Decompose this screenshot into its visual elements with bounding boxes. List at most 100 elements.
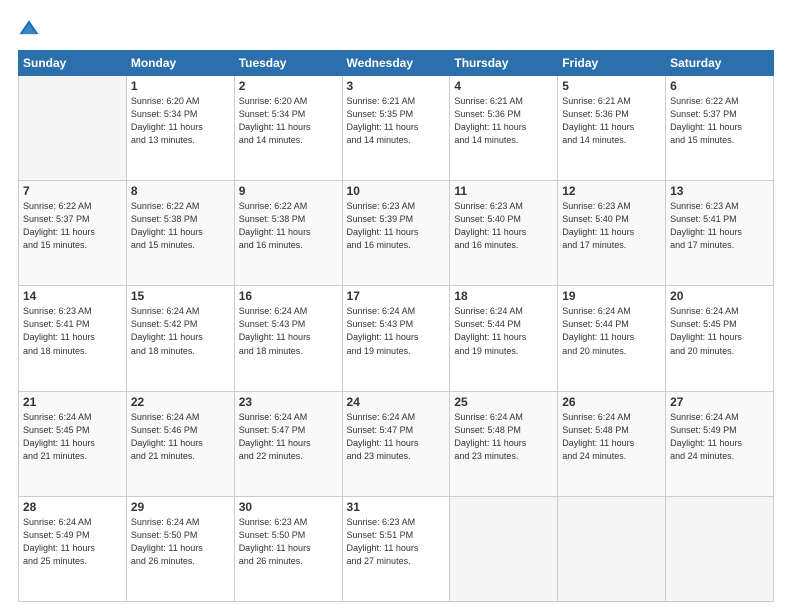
day-info: Sunrise: 6:24 AM Sunset: 5:46 PM Dayligh… bbox=[131, 411, 230, 463]
calendar-cell: 13 Sunrise: 6:23 AM Sunset: 5:41 PM Dayli… bbox=[666, 181, 774, 286]
weekday-header-sunday: Sunday bbox=[19, 51, 127, 76]
day-info: Sunrise: 6:24 AM Sunset: 5:50 PM Dayligh… bbox=[131, 516, 230, 568]
calendar-cell bbox=[558, 496, 666, 601]
day-number: 2 bbox=[239, 79, 338, 93]
day-number: 15 bbox=[131, 289, 230, 303]
day-info: Sunrise: 6:23 AM Sunset: 5:40 PM Dayligh… bbox=[562, 200, 661, 252]
day-number: 30 bbox=[239, 500, 338, 514]
day-info: Sunrise: 6:23 AM Sunset: 5:41 PM Dayligh… bbox=[23, 305, 122, 357]
calendar-cell: 19 Sunrise: 6:24 AM Sunset: 5:44 PM Dayli… bbox=[558, 286, 666, 391]
calendar-cell: 16 Sunrise: 6:24 AM Sunset: 5:43 PM Dayli… bbox=[234, 286, 342, 391]
day-info: Sunrise: 6:24 AM Sunset: 5:44 PM Dayligh… bbox=[562, 305, 661, 357]
calendar-cell: 7 Sunrise: 6:22 AM Sunset: 5:37 PM Daylig… bbox=[19, 181, 127, 286]
day-number: 10 bbox=[347, 184, 446, 198]
calendar-cell: 11Sunrise: 6:23 AM Sunset: 5:40 PM Dayli… bbox=[450, 181, 558, 286]
calendar-cell: 6Sunrise: 6:22 AM Sunset: 5:37 PM Daylig… bbox=[666, 76, 774, 181]
day-info: Sunrise: 6:24 AM Sunset: 5:43 PM Dayligh… bbox=[239, 305, 338, 357]
calendar-cell bbox=[666, 496, 774, 601]
calendar-cell: 21 Sunrise: 6:24 AM Sunset: 5:45 PM Dayli… bbox=[19, 391, 127, 496]
logo-icon bbox=[18, 18, 40, 40]
calendar-cell: 14 Sunrise: 6:23 AM Sunset: 5:41 PM Dayli… bbox=[19, 286, 127, 391]
day-number: 7 bbox=[23, 184, 122, 198]
calendar-cell: 1 Sunrise: 6:20 AM Sunset: 5:34 PM Daylig… bbox=[126, 76, 234, 181]
weekday-header-saturday: Saturday bbox=[666, 51, 774, 76]
day-number: 16 bbox=[239, 289, 338, 303]
weekday-header-tuesday: Tuesday bbox=[234, 51, 342, 76]
week-row-1: 1 Sunrise: 6:20 AM Sunset: 5:34 PM Daylig… bbox=[19, 76, 774, 181]
calendar-cell: 28 Sunrise: 6:24 AM Sunset: 5:49 PM Dayli… bbox=[19, 496, 127, 601]
day-info: Sunrise: 6:24 AM Sunset: 5:45 PM Dayligh… bbox=[23, 411, 122, 463]
calendar-cell: 31 Sunrise: 6:23 AM Sunset: 5:51 PM Dayli… bbox=[342, 496, 450, 601]
day-number: 9 bbox=[239, 184, 338, 198]
day-number: 8 bbox=[131, 184, 230, 198]
day-info: Sunrise: 6:23 AM Sunset: 5:51 PM Dayligh… bbox=[347, 516, 446, 568]
day-number: 1 bbox=[131, 79, 230, 93]
calendar-cell: 9 Sunrise: 6:22 AM Sunset: 5:38 PM Daylig… bbox=[234, 181, 342, 286]
calendar-cell: 3Sunrise: 6:21 AM Sunset: 5:35 PM Daylig… bbox=[342, 76, 450, 181]
day-info: Sunrise: 6:23 AM Sunset: 5:41 PM Dayligh… bbox=[670, 200, 769, 252]
day-number: 20 bbox=[670, 289, 769, 303]
weekday-header-thursday: Thursday bbox=[450, 51, 558, 76]
calendar-cell: 5Sunrise: 6:21 AM Sunset: 5:36 PM Daylig… bbox=[558, 76, 666, 181]
day-info: Sunrise: 6:24 AM Sunset: 5:47 PM Dayligh… bbox=[347, 411, 446, 463]
day-number: 26 bbox=[562, 395, 661, 409]
week-row-2: 7 Sunrise: 6:22 AM Sunset: 5:37 PM Daylig… bbox=[19, 181, 774, 286]
calendar-cell: 24 Sunrise: 6:24 AM Sunset: 5:47 PM Dayli… bbox=[342, 391, 450, 496]
day-info: Sunrise: 6:24 AM Sunset: 5:49 PM Dayligh… bbox=[23, 516, 122, 568]
day-info: Sunrise: 6:20 AM Sunset: 5:34 PM Dayligh… bbox=[131, 95, 230, 147]
calendar-cell: 26 Sunrise: 6:24 AM Sunset: 5:48 PM Dayli… bbox=[558, 391, 666, 496]
day-number: 28 bbox=[23, 500, 122, 514]
calendar-cell: 22Sunrise: 6:24 AM Sunset: 5:46 PM Dayli… bbox=[126, 391, 234, 496]
day-number: 19 bbox=[562, 289, 661, 303]
calendar-cell: 12Sunrise: 6:23 AM Sunset: 5:40 PM Dayli… bbox=[558, 181, 666, 286]
weekday-header-friday: Friday bbox=[558, 51, 666, 76]
day-number: 27 bbox=[670, 395, 769, 409]
day-info: Sunrise: 6:23 AM Sunset: 5:39 PM Dayligh… bbox=[347, 200, 446, 252]
page: SundayMondayTuesdayWednesdayThursdayFrid… bbox=[0, 0, 792, 612]
calendar-cell: 15Sunrise: 6:24 AM Sunset: 5:42 PM Dayli… bbox=[126, 286, 234, 391]
day-number: 23 bbox=[239, 395, 338, 409]
calendar-cell: 30 Sunrise: 6:23 AM Sunset: 5:50 PM Dayli… bbox=[234, 496, 342, 601]
day-number: 14 bbox=[23, 289, 122, 303]
day-number: 6 bbox=[670, 79, 769, 93]
day-number: 24 bbox=[347, 395, 446, 409]
calendar-cell: 4Sunrise: 6:21 AM Sunset: 5:36 PM Daylig… bbox=[450, 76, 558, 181]
day-info: Sunrise: 6:24 AM Sunset: 5:47 PM Dayligh… bbox=[239, 411, 338, 463]
calendar-cell: 27Sunrise: 6:24 AM Sunset: 5:49 PM Dayli… bbox=[666, 391, 774, 496]
logo bbox=[18, 18, 44, 40]
week-row-5: 28 Sunrise: 6:24 AM Sunset: 5:49 PM Dayli… bbox=[19, 496, 774, 601]
day-number: 18 bbox=[454, 289, 553, 303]
calendar-table: SundayMondayTuesdayWednesdayThursdayFrid… bbox=[18, 50, 774, 602]
day-number: 17 bbox=[347, 289, 446, 303]
calendar-cell: 2 Sunrise: 6:20 AM Sunset: 5:34 PM Daylig… bbox=[234, 76, 342, 181]
day-number: 21 bbox=[23, 395, 122, 409]
day-info: Sunrise: 6:24 AM Sunset: 5:48 PM Dayligh… bbox=[454, 411, 553, 463]
weekday-header-monday: Monday bbox=[126, 51, 234, 76]
calendar-cell: 10 Sunrise: 6:23 AM Sunset: 5:39 PM Dayli… bbox=[342, 181, 450, 286]
day-info: Sunrise: 6:23 AM Sunset: 5:40 PM Dayligh… bbox=[454, 200, 553, 252]
day-info: Sunrise: 6:21 AM Sunset: 5:36 PM Dayligh… bbox=[562, 95, 661, 147]
weekday-header-row: SundayMondayTuesdayWednesdayThursdayFrid… bbox=[19, 51, 774, 76]
calendar-cell: 23 Sunrise: 6:24 AM Sunset: 5:47 PM Dayli… bbox=[234, 391, 342, 496]
day-info: Sunrise: 6:24 AM Sunset: 5:43 PM Dayligh… bbox=[347, 305, 446, 357]
calendar-cell bbox=[450, 496, 558, 601]
day-info: Sunrise: 6:24 AM Sunset: 5:48 PM Dayligh… bbox=[562, 411, 661, 463]
day-info: Sunrise: 6:20 AM Sunset: 5:34 PM Dayligh… bbox=[239, 95, 338, 147]
calendar-cell: 17 Sunrise: 6:24 AM Sunset: 5:43 PM Dayli… bbox=[342, 286, 450, 391]
day-number: 4 bbox=[454, 79, 553, 93]
day-info: Sunrise: 6:24 AM Sunset: 5:44 PM Dayligh… bbox=[454, 305, 553, 357]
day-info: Sunrise: 6:24 AM Sunset: 5:45 PM Dayligh… bbox=[670, 305, 769, 357]
weekday-header-wednesday: Wednesday bbox=[342, 51, 450, 76]
day-number: 31 bbox=[347, 500, 446, 514]
calendar-cell: 8Sunrise: 6:22 AM Sunset: 5:38 PM Daylig… bbox=[126, 181, 234, 286]
day-number: 13 bbox=[670, 184, 769, 198]
week-row-3: 14 Sunrise: 6:23 AM Sunset: 5:41 PM Dayli… bbox=[19, 286, 774, 391]
day-info: Sunrise: 6:23 AM Sunset: 5:50 PM Dayligh… bbox=[239, 516, 338, 568]
day-number: 25 bbox=[454, 395, 553, 409]
day-number: 3 bbox=[347, 79, 446, 93]
day-number: 29 bbox=[131, 500, 230, 514]
calendar-cell: 25 Sunrise: 6:24 AM Sunset: 5:48 PM Dayli… bbox=[450, 391, 558, 496]
calendar-cell: 18 Sunrise: 6:24 AM Sunset: 5:44 PM Dayli… bbox=[450, 286, 558, 391]
day-info: Sunrise: 6:22 AM Sunset: 5:37 PM Dayligh… bbox=[23, 200, 122, 252]
day-info: Sunrise: 6:22 AM Sunset: 5:38 PM Dayligh… bbox=[239, 200, 338, 252]
